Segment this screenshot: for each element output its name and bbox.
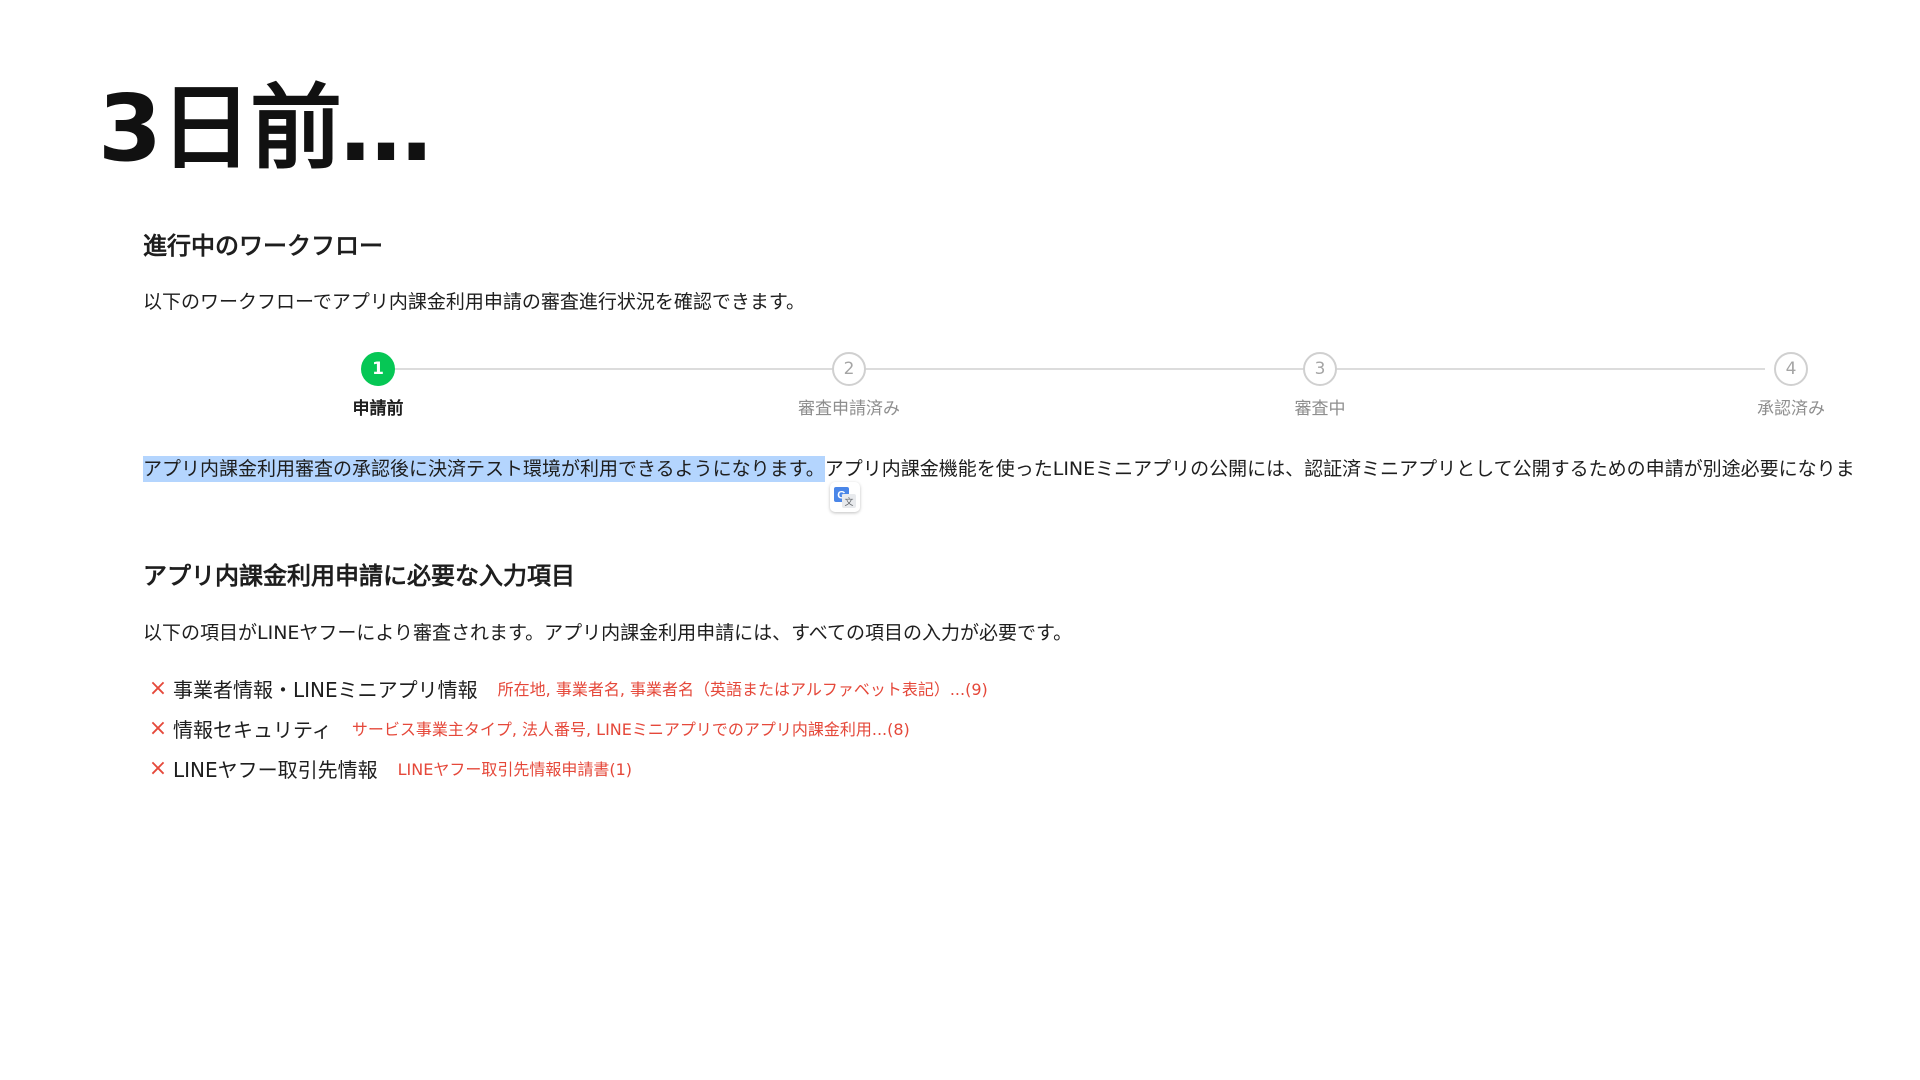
- workflow-description: 以下のワークフローでアプリ内課金利用申請の審査進行状況を確認できます。: [143, 291, 805, 313]
- requirement-detail: LINEヤフー取引先情報申請書(1): [397, 760, 633, 779]
- slide-page: 3日前… 進行中のワークフロー 以下のワークフローでアプリ内課金利用申請の審査進…: [0, 0, 1920, 1080]
- x-mark-icon: ×: [148, 755, 168, 781]
- notice-text: アプリ内課金機能を使ったLINEミニアプリの公開には、認証済ミニアプリとして公開…: [824, 458, 1855, 480]
- requirement-item[interactable]: × LINEヤフー取引先情報 LINEヤフー取引先情報申請書(1): [143, 748, 988, 788]
- google-translate-icon[interactable]: G 文: [830, 482, 860, 512]
- step-1-circle: 1: [361, 352, 395, 386]
- workflow-notice[interactable]: アプリ内課金利用審査の承認後に決済テスト環境が利用できるようになります。アプリ内…: [143, 455, 1855, 483]
- workflow-title: 進行中のワークフロー: [143, 232, 383, 260]
- step-4-circle: 4: [1774, 352, 1808, 386]
- requirement-label[interactable]: 情報セキュリティ: [173, 714, 332, 743]
- step-2-label: 審査申請済み: [798, 399, 900, 419]
- svg-text:文: 文: [844, 496, 853, 508]
- requirements-description: 以下の項目がLINEヤフーにより審査されます。アプリ内課金利用申請には、すべての…: [143, 622, 1073, 644]
- requirements-title: アプリ内課金利用申請に必要な入力項目: [143, 562, 575, 590]
- notice-selected-text[interactable]: アプリ内課金利用審査の承認後に決済テスト環境が利用できるようになります。: [143, 456, 825, 482]
- step-3: 3 審査中: [1240, 350, 1400, 419]
- workflow-stepper: 1 申請前 2 審査申請済み 3 審査中 4 承認済み: [143, 350, 1920, 420]
- step-1-label: 申請前: [352, 399, 404, 419]
- x-mark-icon: ×: [148, 675, 168, 701]
- step-1: 1 申請前: [298, 350, 458, 419]
- requirements-list: × 事業者情報・LINEミニアプリ情報 所在地, 事業者名, 事業者名（英語また…: [143, 668, 988, 788]
- step-3-circle: 3: [1303, 352, 1337, 386]
- requirement-detail: サービス事業主タイプ, 法人番号, LINEミニアプリでのアプリ内課金利用...…: [351, 720, 910, 739]
- step-4: 4 承認済み: [1711, 350, 1871, 419]
- step-4-label: 承認済み: [1757, 399, 1825, 419]
- requirement-item[interactable]: × 事業者情報・LINEミニアプリ情報 所在地, 事業者名, 事業者名（英語また…: [143, 668, 988, 708]
- step-2-circle: 2: [832, 352, 866, 386]
- requirement-label[interactable]: 事業者情報・LINEミニアプリ情報: [173, 674, 478, 703]
- step-3-label: 審査中: [1294, 399, 1346, 419]
- step-2: 2 審査申請済み: [769, 350, 929, 419]
- requirement-item[interactable]: × 情報セキュリティ サービス事業主タイプ, 法人番号, LINEミニアプリでの…: [143, 708, 988, 748]
- requirement-detail: 所在地, 事業者名, 事業者名（英語またはアルファベット表記）...(9): [497, 680, 988, 699]
- stepper-track: [378, 368, 1765, 370]
- requirement-label[interactable]: LINEヤフー取引先情報: [173, 754, 378, 783]
- x-mark-icon: ×: [148, 715, 168, 741]
- slide-title: 3日前…: [98, 75, 432, 182]
